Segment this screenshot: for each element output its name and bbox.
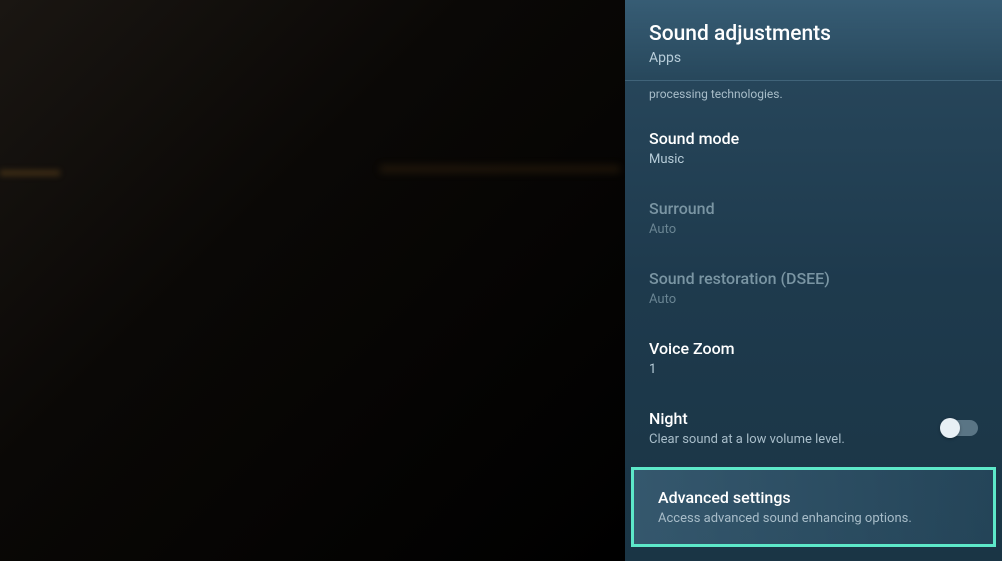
setting-label: Sound restoration (DSEE) [649,269,978,288]
panel-title: Sound adjustments [649,22,978,46]
setting-description: Access advanced sound enhancing options. [658,511,969,526]
setting-surround[interactable]: Surround Auto [625,183,1002,253]
truncated-description: processing technologies. [625,81,1002,113]
setting-sound-restoration[interactable]: Sound restoration (DSEE) Auto [625,253,1002,323]
setting-description: Clear sound at a low volume level. [649,432,932,447]
setting-value: Auto [649,222,978,237]
setting-voice-zoom[interactable]: Voice Zoom 1 [625,323,1002,393]
setting-label: Advanced settings [658,488,969,507]
setting-value: Music [649,152,978,167]
settings-panel: Sound adjustments Apps processing techno… [625,0,1002,561]
setting-night[interactable]: Night Clear sound at a low volume level. [625,393,1002,463]
setting-advanced-settings[interactable]: Advanced settings Access advanced sound … [631,467,996,547]
setting-label: Night [649,409,932,428]
setting-value: Auto [649,292,978,307]
setting-label: Sound mode [649,129,978,148]
panel-header: Sound adjustments Apps [625,0,1002,81]
setting-label: Voice Zoom [649,339,978,358]
setting-value: 1 [649,362,978,377]
content-preview-area [0,0,625,561]
settings-list[interactable]: processing technologies. Sound mode Musi… [625,81,1002,547]
toggle-switch[interactable] [942,420,978,436]
panel-subtitle: Apps [649,50,978,66]
setting-sound-mode[interactable]: Sound mode Music [625,113,1002,183]
setting-label: Surround [649,199,978,218]
